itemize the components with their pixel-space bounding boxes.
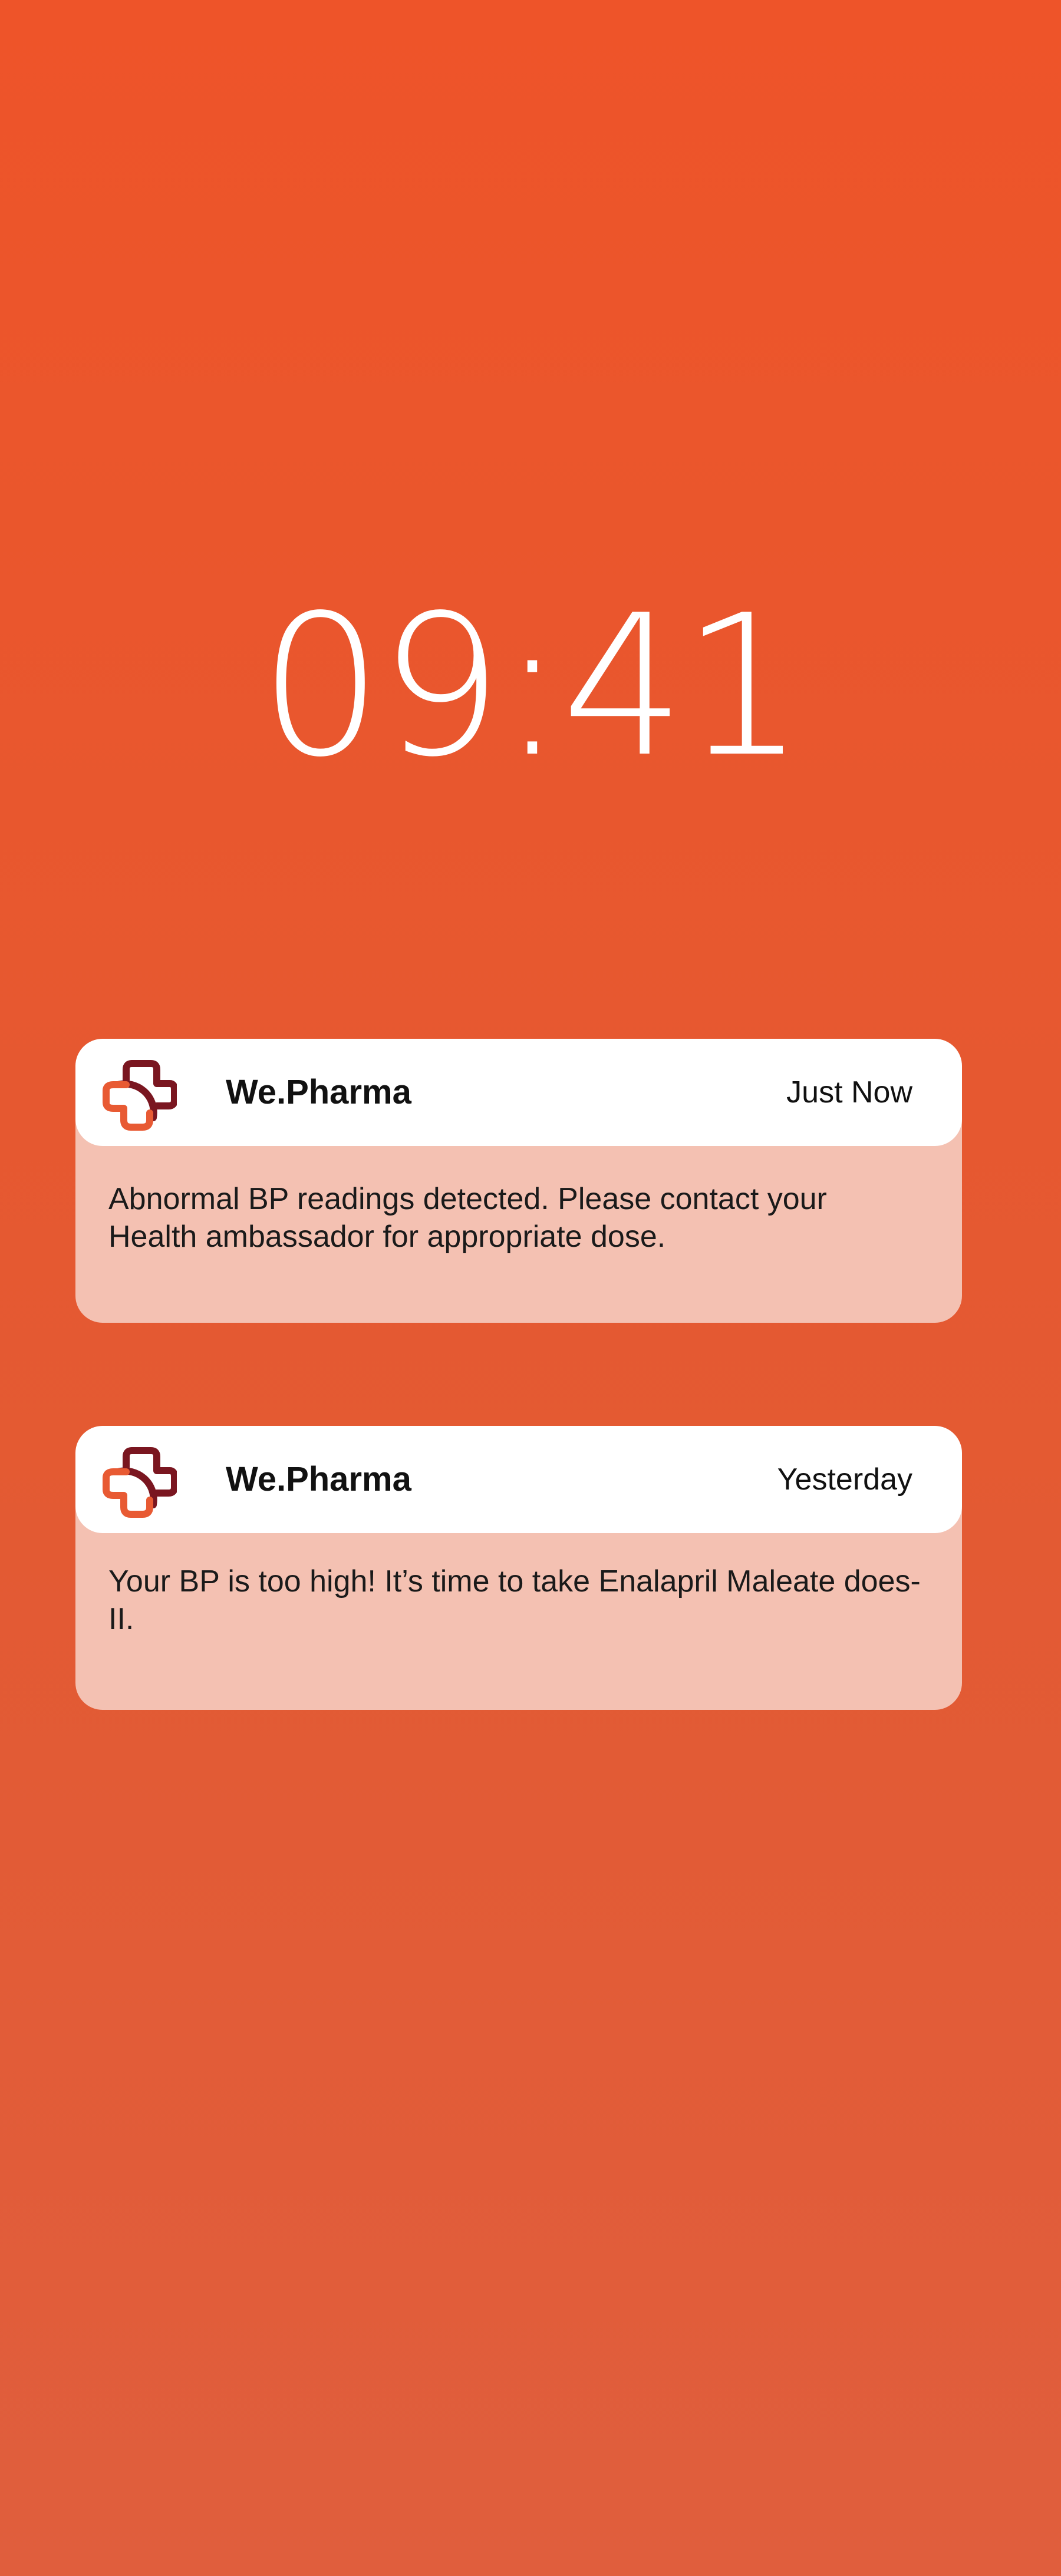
- notification-header: We.Pharma Just Now: [75, 1039, 962, 1146]
- we-pharma-logo-icon: [103, 1060, 177, 1131]
- notification-message: Abnormal BP readings detected. Please co…: [108, 1182, 827, 1254]
- notification-timestamp: Just Now: [786, 1075, 912, 1109]
- notification-header: We.Pharma Yesterday: [75, 1426, 962, 1533]
- lock-screen-time: 09:41: [259, 573, 805, 800]
- app-name: We.Pharma: [226, 1460, 411, 1498]
- notification-card[interactable]: We.Pharma Yesterday Your BP is too high!…: [75, 1426, 962, 1710]
- notification-message: Your BP is too high! It’s time to take E…: [108, 1564, 921, 1636]
- app-name: We.Pharma: [226, 1073, 411, 1111]
- we-pharma-logo-icon: [103, 1447, 177, 1518]
- notification-timestamp: Yesterday: [777, 1462, 912, 1497]
- notification-card[interactable]: We.Pharma Just Now Abnormal BP readings …: [75, 1039, 962, 1323]
